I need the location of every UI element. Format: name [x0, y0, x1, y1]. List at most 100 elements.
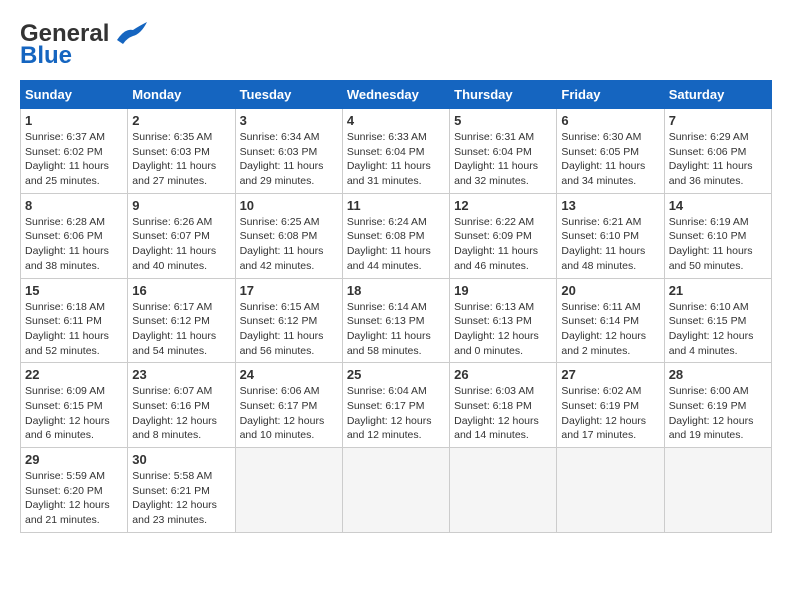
day-number: 21: [669, 283, 767, 298]
col-header-sunday: Sunday: [21, 81, 128, 109]
calendar-cell: 11 Sunrise: 6:24 AMSunset: 6:08 PMDayligh…: [342, 193, 449, 278]
calendar-cell: 1 Sunrise: 6:37 AMSunset: 6:02 PMDaylight…: [21, 109, 128, 194]
day-info: Sunrise: 6:14 AMSunset: 6:13 PMDaylight:…: [347, 300, 445, 359]
day-number: 23: [132, 367, 230, 382]
day-number: 14: [669, 198, 767, 213]
day-number: 8: [25, 198, 123, 213]
calendar-week-row: 29Sunrise: 5:59 AMSunset: 6:20 PMDayligh…: [21, 448, 772, 533]
day-number: 24: [240, 367, 338, 382]
day-info: Sunrise: 6:28 AMSunset: 6:06 PMDaylight:…: [25, 215, 123, 274]
calendar-cell: 23Sunrise: 6:07 AMSunset: 6:16 PMDayligh…: [128, 363, 235, 448]
day-number: 25: [347, 367, 445, 382]
col-header-friday: Friday: [557, 81, 664, 109]
calendar-cell: 28Sunrise: 6:00 AMSunset: 6:19 PMDayligh…: [664, 363, 771, 448]
calendar-cell: 26Sunrise: 6:03 AMSunset: 6:18 PMDayligh…: [450, 363, 557, 448]
day-info: Sunrise: 6:21 AMSunset: 6:10 PMDaylight:…: [561, 215, 659, 274]
day-info: Sunrise: 6:24 AMSunset: 6:08 PMDaylight:…: [347, 215, 445, 274]
calendar-header-row: SundayMondayTuesdayWednesdayThursdayFrid…: [21, 81, 772, 109]
day-number: 30: [132, 452, 230, 467]
day-number: 4: [347, 113, 445, 128]
day-info: Sunrise: 6:33 AMSunset: 6:04 PMDaylight:…: [347, 130, 445, 189]
day-number: 26: [454, 367, 552, 382]
calendar-cell: 2 Sunrise: 6:35 AMSunset: 6:03 PMDaylight…: [128, 109, 235, 194]
col-header-tuesday: Tuesday: [235, 81, 342, 109]
day-info: Sunrise: 6:11 AMSunset: 6:14 PMDaylight:…: [561, 300, 659, 359]
calendar-cell: 19 Sunrise: 6:13 AMSunset: 6:13 PMDayligh…: [450, 278, 557, 363]
day-info: Sunrise: 5:59 AMSunset: 6:20 PMDaylight:…: [25, 469, 123, 528]
day-info: Sunrise: 6:34 AMSunset: 6:03 PMDaylight:…: [240, 130, 338, 189]
calendar-cell: 5Sunrise: 6:31 AMSunset: 6:04 PMDaylight…: [450, 109, 557, 194]
calendar-cell: [664, 448, 771, 533]
day-info: Sunrise: 6:22 AMSunset: 6:09 PMDaylight:…: [454, 215, 552, 274]
day-info: Sunrise: 6:29 AMSunset: 6:06 PMDaylight:…: [669, 130, 767, 189]
day-number: 27: [561, 367, 659, 382]
day-number: 20: [561, 283, 659, 298]
day-info: Sunrise: 6:19 AMSunset: 6:10 PMDaylight:…: [669, 215, 767, 274]
day-info: Sunrise: 6:31 AMSunset: 6:04 PMDaylight:…: [454, 130, 552, 189]
calendar-cell: 9Sunrise: 6:26 AMSunset: 6:07 PMDaylight…: [128, 193, 235, 278]
day-number: 15: [25, 283, 123, 298]
day-number: 3: [240, 113, 338, 128]
calendar-cell: 27 Sunrise: 6:02 AMSunset: 6:19 PMDayligh…: [557, 363, 664, 448]
day-info: Sunrise: 6:35 AMSunset: 6:03 PMDaylight:…: [132, 130, 230, 189]
day-number: 11: [347, 198, 445, 213]
calendar-cell: 15 Sunrise: 6:18 AMSunset: 6:11 PMDayligh…: [21, 278, 128, 363]
day-number: 18: [347, 283, 445, 298]
day-info: Sunrise: 6:37 AMSunset: 6:02 PMDaylight:…: [25, 130, 123, 189]
calendar-cell: 16 Sunrise: 6:17 AMSunset: 6:12 PMDayligh…: [128, 278, 235, 363]
calendar-week-row: 1 Sunrise: 6:37 AMSunset: 6:02 PMDaylight…: [21, 109, 772, 194]
col-header-saturday: Saturday: [664, 81, 771, 109]
day-number: 22: [25, 367, 123, 382]
day-info: Sunrise: 5:58 AMSunset: 6:21 PMDaylight:…: [132, 469, 230, 528]
calendar-cell: 17 Sunrise: 6:15 AMSunset: 6:12 PMDayligh…: [235, 278, 342, 363]
calendar-week-row: 22 Sunrise: 6:09 AMSunset: 6:15 PMDayligh…: [21, 363, 772, 448]
day-info: Sunrise: 6:09 AMSunset: 6:15 PMDaylight:…: [25, 384, 123, 443]
calendar-cell: 10 Sunrise: 6:25 AMSunset: 6:08 PMDayligh…: [235, 193, 342, 278]
day-number: 7: [669, 113, 767, 128]
logo-bird-icon: [113, 20, 149, 48]
day-number: 10: [240, 198, 338, 213]
day-number: 12: [454, 198, 552, 213]
day-info: Sunrise: 6:25 AMSunset: 6:08 PMDaylight:…: [240, 215, 338, 274]
day-info: Sunrise: 6:04 AMSunset: 6:17 PMDaylight:…: [347, 384, 445, 443]
calendar-cell: 24 Sunrise: 6:06 AMSunset: 6:17 PMDayligh…: [235, 363, 342, 448]
col-header-wednesday: Wednesday: [342, 81, 449, 109]
day-info: Sunrise: 6:26 AMSunset: 6:07 PMDaylight:…: [132, 215, 230, 274]
calendar-cell: [450, 448, 557, 533]
day-info: Sunrise: 6:15 AMSunset: 6:12 PMDaylight:…: [240, 300, 338, 359]
calendar-cell: 18 Sunrise: 6:14 AMSunset: 6:13 PMDayligh…: [342, 278, 449, 363]
calendar-week-row: 8 Sunrise: 6:28 AMSunset: 6:06 PMDaylight…: [21, 193, 772, 278]
day-info: Sunrise: 6:17 AMSunset: 6:12 PMDaylight:…: [132, 300, 230, 359]
logo-blue: Blue: [20, 42, 72, 70]
day-info: Sunrise: 6:02 AMSunset: 6:19 PMDaylight:…: [561, 384, 659, 443]
calendar-cell: 13 Sunrise: 6:21 AMSunset: 6:10 PMDayligh…: [557, 193, 664, 278]
calendar-table: SundayMondayTuesdayWednesdayThursdayFrid…: [20, 80, 772, 533]
calendar-cell: 20 Sunrise: 6:11 AMSunset: 6:14 PMDayligh…: [557, 278, 664, 363]
logo: General Blue: [20, 20, 149, 70]
calendar-cell: 7 Sunrise: 6:29 AMSunset: 6:06 PMDaylight…: [664, 109, 771, 194]
day-number: 19: [454, 283, 552, 298]
day-number: 13: [561, 198, 659, 213]
day-info: Sunrise: 6:18 AMSunset: 6:11 PMDaylight:…: [25, 300, 123, 359]
day-number: 17: [240, 283, 338, 298]
day-number: 6: [561, 113, 659, 128]
calendar-cell: 3 Sunrise: 6:34 AMSunset: 6:03 PMDaylight…: [235, 109, 342, 194]
calendar-cell: 21Sunrise: 6:10 AMSunset: 6:15 PMDayligh…: [664, 278, 771, 363]
calendar-cell: [557, 448, 664, 533]
day-info: Sunrise: 6:13 AMSunset: 6:13 PMDaylight:…: [454, 300, 552, 359]
day-number: 2: [132, 113, 230, 128]
day-number: 1: [25, 113, 123, 128]
day-number: 28: [669, 367, 767, 382]
calendar-cell: 29Sunrise: 5:59 AMSunset: 6:20 PMDayligh…: [21, 448, 128, 533]
calendar-cell: 8 Sunrise: 6:28 AMSunset: 6:06 PMDaylight…: [21, 193, 128, 278]
col-header-thursday: Thursday: [450, 81, 557, 109]
calendar-week-row: 15 Sunrise: 6:18 AMSunset: 6:11 PMDayligh…: [21, 278, 772, 363]
day-number: 16: [132, 283, 230, 298]
col-header-monday: Monday: [128, 81, 235, 109]
day-info: Sunrise: 6:30 AMSunset: 6:05 PMDaylight:…: [561, 130, 659, 189]
calendar-cell: 30 Sunrise: 5:58 AMSunset: 6:21 PMDayligh…: [128, 448, 235, 533]
day-info: Sunrise: 6:06 AMSunset: 6:17 PMDaylight:…: [240, 384, 338, 443]
calendar-cell: [342, 448, 449, 533]
calendar-cell: 25 Sunrise: 6:04 AMSunset: 6:17 PMDayligh…: [342, 363, 449, 448]
calendar-cell: 6 Sunrise: 6:30 AMSunset: 6:05 PMDaylight…: [557, 109, 664, 194]
